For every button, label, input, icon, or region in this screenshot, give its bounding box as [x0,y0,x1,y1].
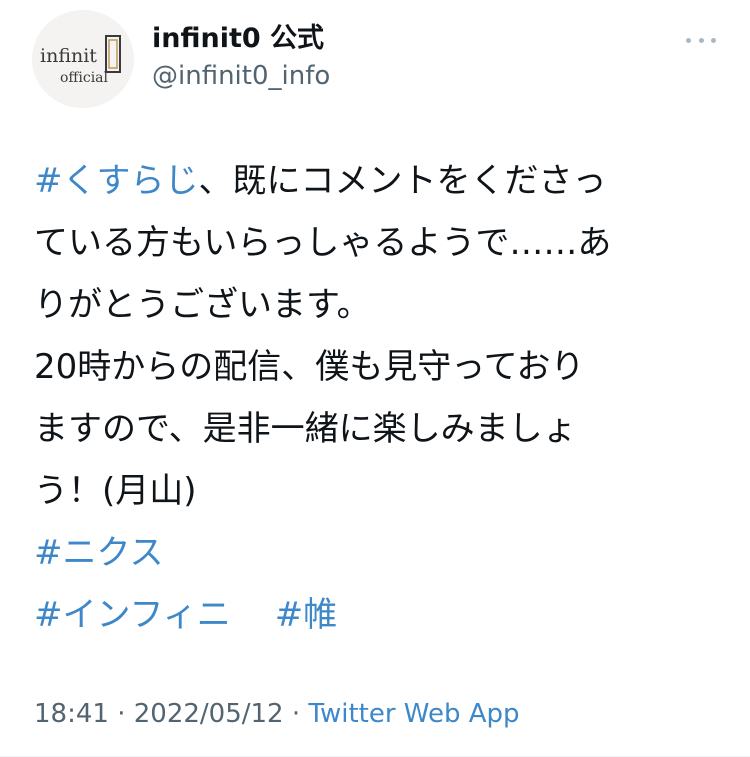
user-handle[interactable]: @infinit0_info [152,59,330,93]
tweet-line: #くすらじ、既にコメントをくださっ [34,150,734,212]
tweet-text-segment: 、既にコメントをくださっ [198,161,607,201]
more-options-icon[interactable] [686,28,716,52]
svg-text:infinit: infinit [40,45,97,67]
tweet-line: ている方もいらっしゃるようで……あ [34,223,612,263]
hashtag-link[interactable]: #ニクス [34,533,163,573]
tweet-time[interactable]: 18:41 [34,699,109,729]
tweet-line: 20時からの配信、僕も見守っており [34,347,585,387]
tweet-card: infinit official infinit0 公式 @infinit0_i… [0,0,750,757]
meta-separator: · [108,699,134,729]
display-name[interactable]: infinit0 公式 [152,22,330,56]
tweet-line: ますので、是非一緒に楽しみましょ [34,409,577,449]
hashtag-link[interactable]: #インフィニ [34,595,231,635]
tweet-metadata: 18:41 · 2022/05/12 · Twitter Web App [34,696,520,732]
meta-separator: · [283,699,309,729]
author-block: infinit0 公式 @infinit0_info [152,22,330,93]
tweet-line: #ニクス [34,522,734,584]
source-link[interactable]: Twitter Web App [308,699,519,729]
tweet-text: #くすらじ、既にコメントをくださっ ている方もいらっしゃるようで……あ りがとう… [34,150,734,646]
avatar[interactable]: infinit official [32,10,134,108]
tweet-line: う！(月山) [34,471,197,511]
hashtag-link[interactable]: #帷 [275,595,338,635]
hashtag-link[interactable]: #くすらじ [34,161,199,201]
svg-text:official: official [60,70,109,86]
tweet-line: りがとうございます。 [34,285,371,325]
infinit0-logo-icon: infinit official [32,10,134,108]
tweet-date[interactable]: 2022/05/12 [134,699,284,729]
tweet-line: #インフィニ #帷 [34,584,734,646]
